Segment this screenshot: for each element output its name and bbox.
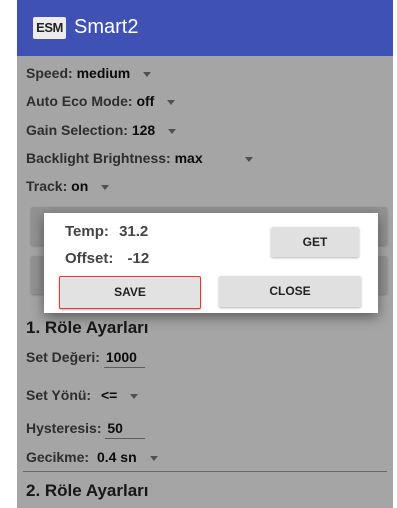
- app-logo: ESM: [33, 17, 66, 39]
- app-bar: ESM Smart2: [17, 0, 393, 56]
- temp-value: 31.2: [119, 223, 149, 240]
- app-title: Smart2: [74, 16, 139, 38]
- close-button[interactable]: CLOSE: [219, 276, 361, 307]
- offset-label: Offset:: [65, 250, 114, 267]
- offset-readout: Offset: -12: [65, 250, 149, 267]
- save-button[interactable]: SAVE: [59, 276, 201, 309]
- temp-label: Temp:: [65, 223, 109, 240]
- temp-readout: Temp: 31.2: [65, 223, 148, 240]
- offset-value: -12: [127, 250, 150, 267]
- get-button[interactable]: GET: [271, 227, 359, 257]
- calibration-dialog: Temp: 31.2 Offset: -12 GET SAVE CLOSE: [44, 213, 378, 313]
